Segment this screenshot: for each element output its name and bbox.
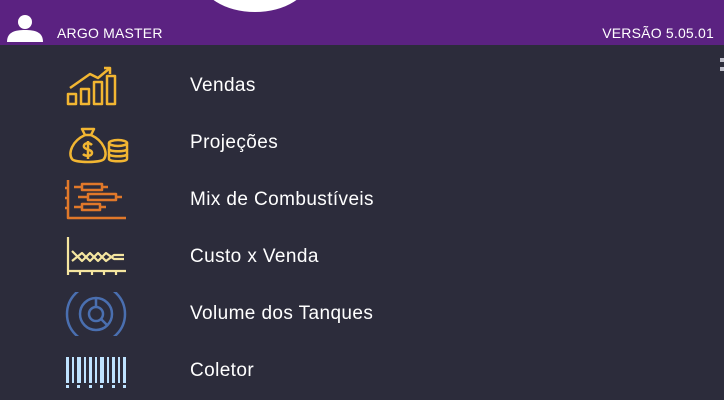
menu-item-coletor[interactable]: Coletor <box>0 349 700 393</box>
tank-gauge-icon <box>64 283 130 345</box>
menu-item-volume-tanques[interactable]: Volume dos Tanques <box>0 283 700 345</box>
menu-item-label: Coletor <box>190 360 255 381</box>
menu-item-projecoes[interactable]: Projeções <box>0 121 700 165</box>
menu-item-custo-venda[interactable]: Custo x Venda <box>0 235 700 279</box>
user-name: ARGO MASTER <box>57 25 163 41</box>
menu-item-label: Vendas <box>190 75 256 96</box>
money-bag-icon <box>64 121 130 165</box>
header-logo-circle <box>200 0 310 12</box>
horizontal-bars-icon <box>64 178 130 222</box>
scrollbar[interactable] <box>720 58 724 78</box>
app-header: ARGO MASTER VERSÃO 5.05.01 <box>0 0 724 45</box>
menu-item-vendas[interactable]: Vendas <box>0 64 700 108</box>
line-chart-icon <box>64 235 130 279</box>
app-version: VERSÃO 5.05.01 <box>602 25 714 41</box>
menu-item-label: Projeções <box>190 132 279 153</box>
user-icon[interactable] <box>4 14 46 42</box>
menu-item-label: Custo x Venda <box>190 246 319 267</box>
bar-chart-growth-icon <box>64 64 130 108</box>
menu-item-mix-combustiveis[interactable]: Mix de Combustíveis <box>0 178 700 222</box>
barcode-icon <box>64 349 130 393</box>
menu-item-label: Mix de Combustíveis <box>190 189 374 210</box>
menu-item-label: Volume dos Tanques <box>190 303 374 324</box>
